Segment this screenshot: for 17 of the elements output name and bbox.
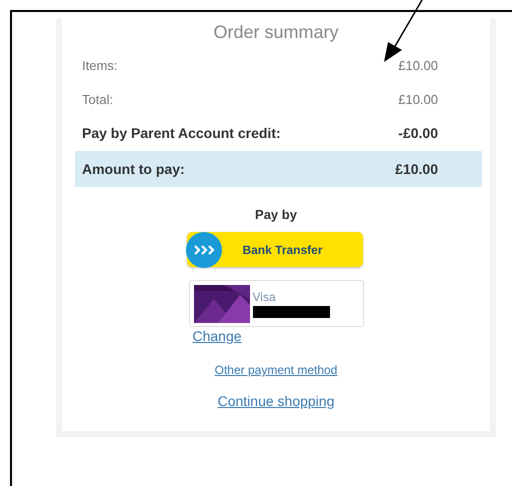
summary-value: £10.00 — [398, 92, 438, 106]
summary-label: Total: — [82, 92, 114, 106]
change-link[interactable]: Change — [192, 328, 242, 344]
order-summary-title: Order summary — [213, 21, 338, 44]
card-type: Visa — [252, 290, 277, 304]
summary-label: Items: — [82, 58, 118, 72]
other-payment-link[interactable]: Other payment method — [214, 363, 338, 377]
pay-by-label: Pay by — [255, 207, 297, 222]
summary-value: £10.00 — [398, 58, 438, 72]
summary-value: £10.00 — [395, 161, 438, 177]
bank-transfer-button[interactable]: Bank Transfer — [187, 232, 363, 267]
summary-label: Amount to pay: — [82, 161, 185, 177]
summary-value: -£0.00 — [398, 125, 438, 141]
saved-card[interactable]: Visa — [188, 280, 364, 327]
summary-label: Pay by Parent Account credit: — [82, 125, 281, 141]
continue-shopping-link[interactable]: Continue shopping — [218, 393, 334, 409]
chevrons-icon — [186, 232, 222, 268]
